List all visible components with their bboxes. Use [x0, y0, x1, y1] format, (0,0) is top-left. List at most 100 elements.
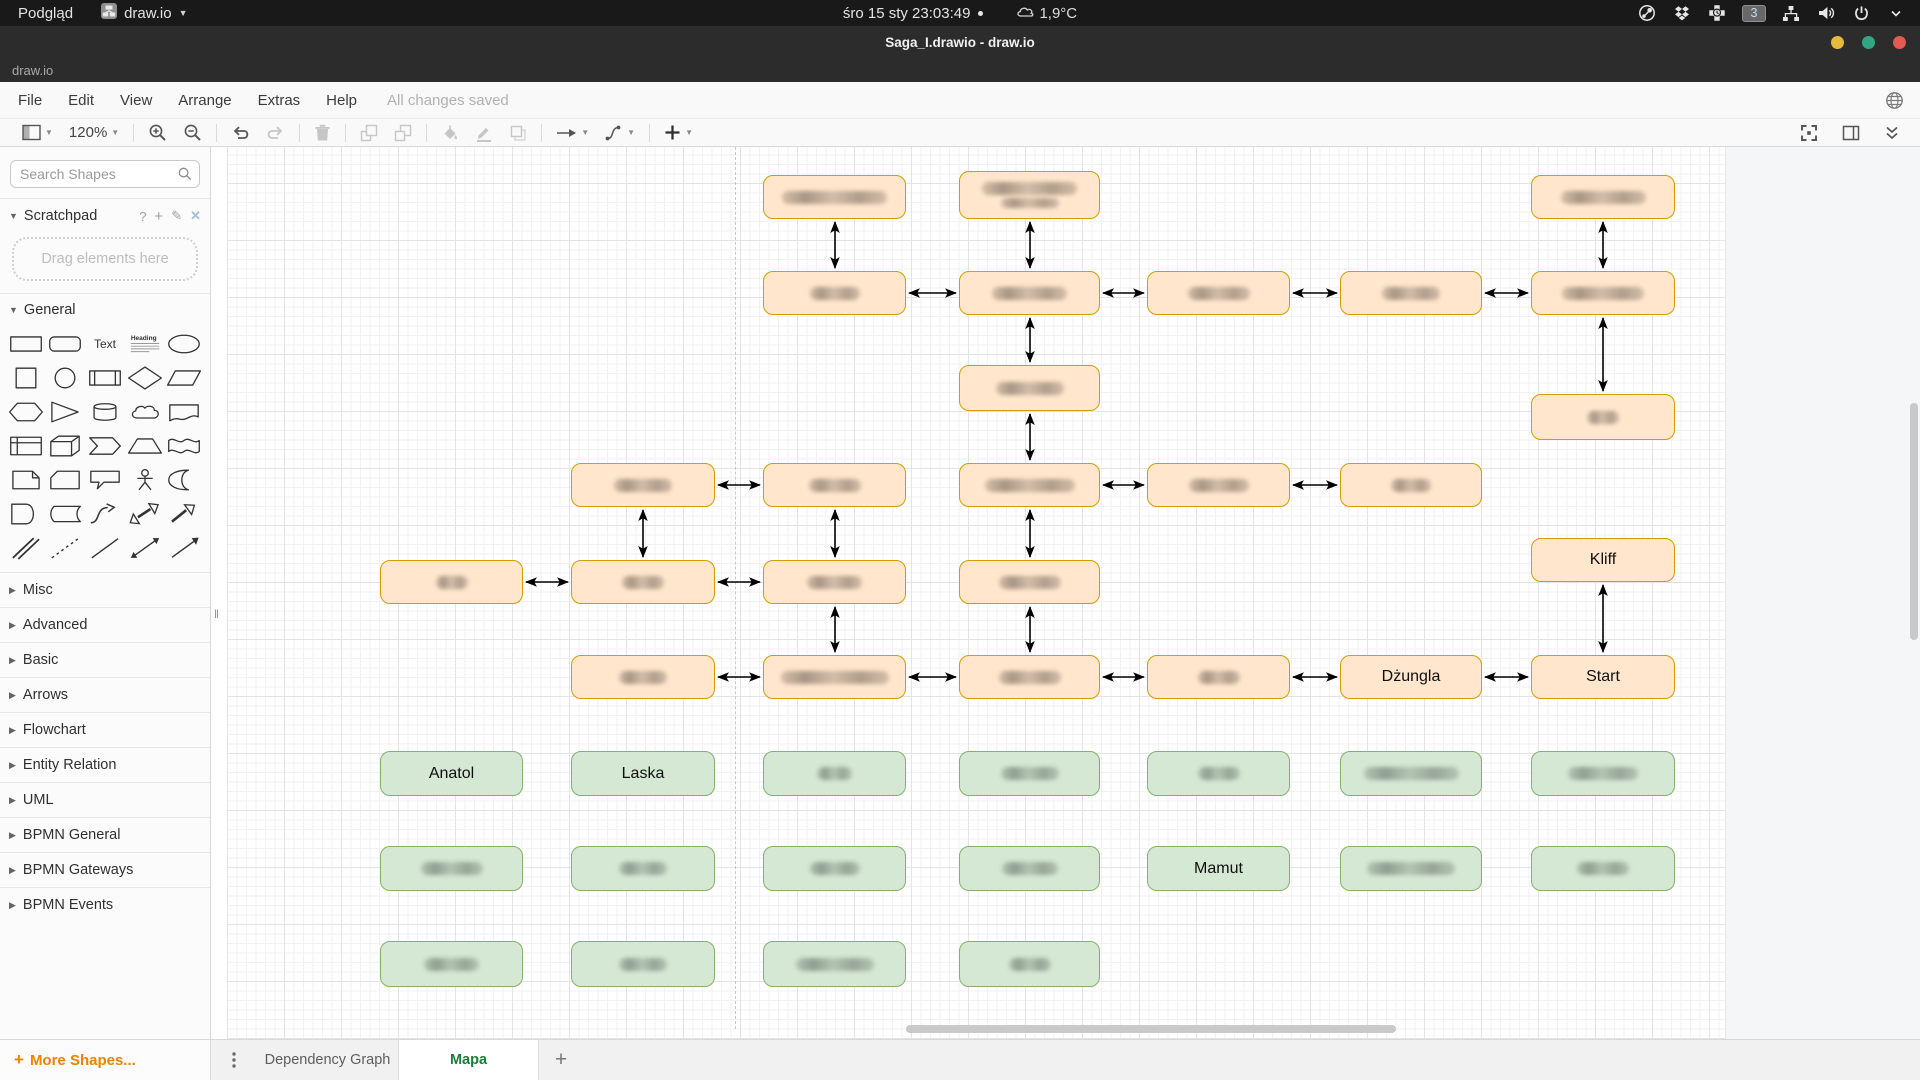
shape-triangle[interactable]: [46, 396, 86, 428]
diagram-node-G2[interactable]: Laska: [571, 751, 715, 796]
toolbar-zoom-out-button[interactable]: [175, 120, 210, 146]
diagram-node-E2[interactable]: [571, 560, 715, 604]
add-page-button[interactable]: +: [539, 1040, 583, 1080]
diagram-node-D3[interactable]: [763, 463, 906, 507]
sidebar-section-entity-relation[interactable]: ▶Entity Relation: [0, 747, 210, 782]
diagram-node-A4[interactable]: [959, 171, 1100, 219]
diagram-node-E4[interactable]: [959, 560, 1100, 604]
power-icon[interactable]: [1851, 3, 1871, 23]
diagram-node-H4[interactable]: [959, 846, 1100, 891]
scratchpad-add-icon[interactable]: +: [154, 208, 163, 225]
shape-textbox[interactable]: Heading: [125, 328, 165, 360]
diagram-node-I1[interactable]: [380, 941, 523, 987]
shape-text[interactable]: Text: [85, 328, 125, 360]
diagram-node-B4[interactable]: [959, 271, 1100, 315]
diagram-node-D6[interactable]: [1340, 463, 1482, 507]
shape-circle[interactable]: [46, 362, 86, 394]
horizontal-scrollbar[interactable]: [906, 1025, 1396, 1033]
clock[interactable]: śro 15 sty 23:03:49: [843, 5, 984, 22]
menu-file[interactable]: File: [5, 92, 55, 109]
diagram-node-D2[interactable]: [571, 463, 715, 507]
diagram-node-G7[interactable]: [1531, 751, 1675, 796]
toolbar-redo-button[interactable]: [258, 120, 293, 146]
diagram-node-F6[interactable]: Dżungla: [1340, 655, 1482, 699]
app-menu[interactable]: draw.io ▼: [91, 0, 197, 26]
shape-document[interactable]: [164, 396, 204, 428]
scratchpad-header[interactable]: ▼ Scratchpad ? + ✎ ✕: [0, 199, 210, 233]
shape-parallelogram[interactable]: [164, 362, 204, 394]
toolbar-delete-button[interactable]: [306, 120, 339, 146]
shape-arrow[interactable]: [164, 498, 204, 530]
toolbar-to-front-button[interactable]: [352, 120, 386, 146]
search-input[interactable]: [10, 160, 200, 188]
section-general-header[interactable]: ▼ General: [0, 294, 210, 326]
shape-step[interactable]: [85, 430, 125, 462]
scratchpad-edit-icon[interactable]: ✎: [171, 208, 182, 224]
toolbar-shadow-button[interactable]: [501, 120, 535, 146]
toolbar-undo-button[interactable]: [223, 120, 258, 146]
diagram-node-B7[interactable]: [1531, 271, 1675, 315]
steam-icon[interactable]: [1637, 3, 1657, 23]
diagram-node-K7[interactable]: Kliff: [1531, 538, 1675, 582]
diagram-node-G6[interactable]: [1340, 751, 1482, 796]
shape-rounded-rectangle[interactable]: [46, 328, 86, 360]
diagram-node-I4[interactable]: [959, 941, 1100, 987]
shape-line[interactable]: [85, 532, 125, 564]
menu-edit[interactable]: Edit: [55, 92, 107, 109]
diagram-node-E3[interactable]: [763, 560, 906, 604]
toolbar-waypoints-button[interactable]: ▼: [597, 120, 643, 146]
shape-diamond[interactable]: [125, 362, 165, 394]
shape-bidirectional-arrow[interactable]: [125, 498, 165, 530]
menu-view[interactable]: View: [107, 92, 165, 109]
scratchpad-close-icon[interactable]: ✕: [190, 208, 201, 224]
more-shapes-button[interactable]: + More Shapes...: [14, 1050, 136, 1070]
diagram-node-F7[interactable]: Start: [1531, 655, 1675, 699]
scratchpad-dropzone[interactable]: Drag elements here: [12, 237, 198, 281]
diagram-node-H6[interactable]: [1340, 846, 1482, 891]
menu-arrange[interactable]: Arrange: [165, 92, 244, 109]
toolbar-fullscreen-button[interactable]: [1792, 120, 1826, 146]
sidebar-section-flowchart[interactable]: ▶Flowchart: [0, 712, 210, 747]
shape-actor[interactable]: [125, 464, 165, 496]
diagram-node-A7[interactable]: [1531, 175, 1675, 219]
diagram-node-D4[interactable]: [959, 463, 1100, 507]
shape-cube[interactable]: [46, 430, 86, 462]
sidebar-section-basic[interactable]: ▶Basic: [0, 642, 210, 677]
shape-card[interactable]: [46, 464, 86, 496]
toolbar-connection-button[interactable]: ▼: [548, 120, 597, 146]
diagram-node-F4[interactable]: [959, 655, 1100, 699]
shape-link[interactable]: [6, 532, 46, 564]
page-tab-dependency-graph[interactable]: Dependency Graph: [257, 1040, 398, 1080]
toolbar-zoom-label[interactable]: 120%▼: [61, 120, 127, 146]
network-icon[interactable]: [1781, 3, 1801, 23]
volume-icon[interactable]: [1816, 3, 1836, 23]
diagram-node-G1[interactable]: Anatol: [380, 751, 523, 796]
toolbar-insert-button[interactable]: ▼: [656, 120, 701, 146]
sidebar-section-bpmn-events[interactable]: ▶BPMN Events: [0, 887, 210, 922]
vertical-scrollbar[interactable]: [1910, 403, 1918, 640]
toolbar-fill-color-button[interactable]: [433, 120, 467, 146]
diagram-node-F5[interactable]: [1147, 655, 1290, 699]
sidebar-section-advanced[interactable]: ▶Advanced: [0, 607, 210, 642]
shape-cylinder[interactable]: [85, 396, 125, 428]
weather-widget[interactable]: 1,9°C: [1015, 3, 1077, 23]
toolbar-collapse-button[interactable]: [1876, 120, 1908, 146]
diagram-node-H3[interactable]: [763, 846, 906, 891]
diagram-node-F2[interactable]: [571, 655, 715, 699]
shape-note[interactable]: [6, 464, 46, 496]
diagram-node-I3[interactable]: [763, 941, 906, 987]
shape-internal-storage[interactable]: [6, 430, 46, 462]
maximize-button[interactable]: [1862, 36, 1875, 49]
sidebar-section-misc[interactable]: ▶Misc: [0, 572, 210, 607]
toolbar-view-panels-button[interactable]: ▼: [14, 120, 61, 146]
sidebar-section-bpmn-general[interactable]: ▶BPMN General: [0, 817, 210, 852]
window-titlebar[interactable]: Saga_I.drawio - draw.io: [0, 26, 1920, 58]
shape-bidirectional-connector[interactable]: [125, 532, 165, 564]
diagram-node-H1[interactable]: [380, 846, 523, 891]
diagram-node-B5[interactable]: [1147, 271, 1290, 315]
diagram-node-A3[interactable]: [763, 175, 906, 219]
shape-square[interactable]: [6, 362, 46, 394]
shape-process[interactable]: [85, 362, 125, 394]
sidebar-section-arrows[interactable]: ▶Arrows: [0, 677, 210, 712]
sidebar-section-bpmn-gateways[interactable]: ▶BPMN Gateways: [0, 852, 210, 887]
